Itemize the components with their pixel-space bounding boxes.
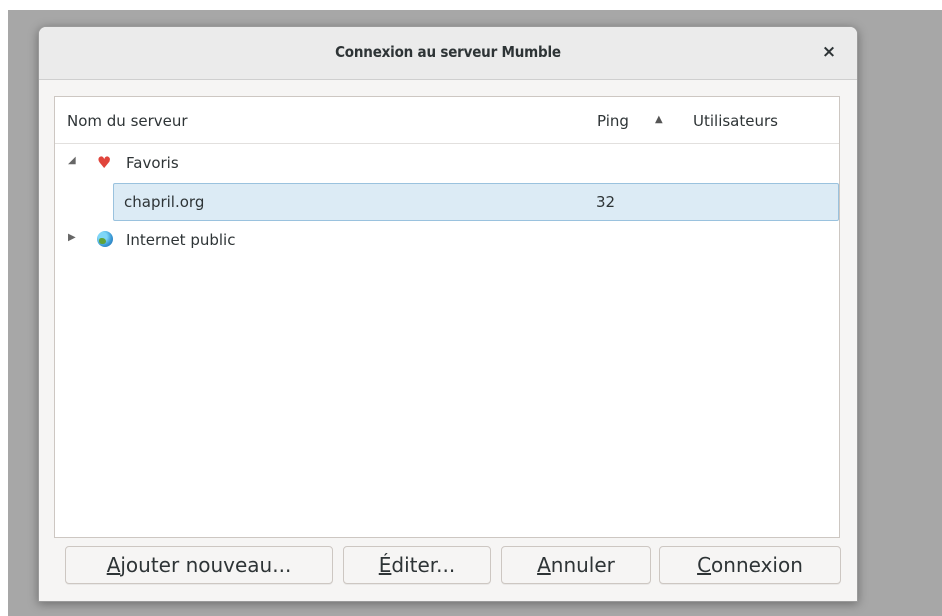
tree-header: Nom du serveur Ping ▲ Utilisateurs — [55, 97, 839, 144]
sort-ascending-icon: ▲ — [655, 114, 663, 125]
button-label: diter... — [391, 553, 456, 577]
server-tree[interactable]: Nom du serveur Ping ▲ Utilisateurs ◢ ♥ F… — [54, 96, 840, 538]
accel-char: C — [697, 553, 712, 577]
column-header-ping[interactable]: Ping — [597, 112, 629, 130]
dialog-title: Connexion au serveur Mumble — [335, 43, 561, 61]
button-label: nnuler — [550, 553, 615, 577]
tree-row-label: Favoris — [126, 154, 179, 172]
titlebar: Connexion au serveur Mumble × — [39, 27, 857, 80]
close-button[interactable]: × — [817, 40, 841, 64]
connect-button[interactable]: Connexion — [659, 546, 841, 584]
accel-char: É — [378, 553, 392, 577]
expander-collapsed-icon[interactable]: ▶ — [68, 232, 76, 243]
accel-char: A — [106, 553, 121, 577]
button-label: onnexion — [711, 553, 803, 577]
heart-icon: ♥ — [97, 153, 112, 172]
tree-row-label: Internet public — [126, 231, 236, 249]
tree-row-server-selected[interactable]: chapril.org 32 — [113, 183, 839, 221]
globe-icon — [97, 231, 113, 247]
tree-row-favorites[interactable]: ◢ ♥ Favoris — [55, 144, 839, 182]
connect-dialog: Connexion au serveur Mumble × Nom du ser… — [38, 26, 858, 602]
accel-char: A — [537, 553, 551, 577]
add-new-button[interactable]: Ajouter nouveau... — [65, 546, 333, 584]
expander-expanded-icon[interactable]: ◢ — [68, 155, 76, 166]
cancel-button[interactable]: Annuler — [501, 546, 651, 584]
button-label: jouter nouveau... — [120, 553, 292, 577]
server-name: chapril.org — [124, 193, 205, 211]
column-header-users[interactable]: Utilisateurs — [693, 112, 778, 130]
column-header-name[interactable]: Nom du serveur — [67, 112, 188, 130]
edit-button[interactable]: Éditer... — [343, 546, 491, 584]
server-ping: 32 — [596, 193, 616, 211]
tree-row-public-internet[interactable]: ▶ Internet public — [55, 221, 839, 259]
